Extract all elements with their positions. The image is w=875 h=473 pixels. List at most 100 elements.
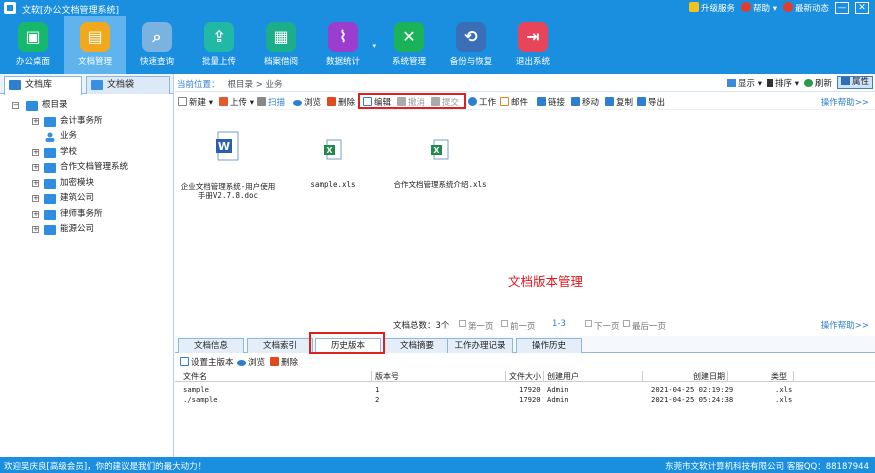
table-row[interactable]: ./sample 2 17920 Admin 2021-04-25 05:24:…: [175, 394, 875, 404]
left-tabs: 文档库 文档袋: [0, 74, 173, 95]
tree-item[interactable]: + 会计事务所: [0, 114, 173, 130]
upload-button[interactable]: 上传 ▾: [219, 96, 254, 108]
table-row[interactable]: sample 1 17920 Admin 2021-04-25 02:19:29…: [175, 384, 875, 394]
tree-item[interactable]: + 学校: [0, 145, 173, 161]
next-page-button[interactable]: 下一页: [585, 319, 620, 332]
version-delete-button[interactable]: 删除: [270, 356, 298, 368]
expand-icon[interactable]: +: [32, 164, 39, 171]
tree-item[interactable]: + 律师事务所: [0, 207, 173, 223]
operation-help-link[interactable]: 操作帮助>>: [821, 96, 869, 108]
expand-icon[interactable]: +: [32, 117, 39, 125]
refresh-button[interactable]: 刷新: [803, 77, 832, 89]
mail-icon: [500, 97, 509, 106]
sort-menu[interactable]: 排序 ▾: [766, 77, 799, 89]
word-file-icon: W: [215, 131, 241, 163]
exit-icon: ⇥: [518, 22, 548, 52]
browse-button[interactable]: 浏览: [293, 96, 321, 108]
tab-document-info[interactable]: 文档信息: [178, 338, 244, 353]
quick-search-icon: ⌕: [142, 22, 172, 52]
ribbon-archive-borrow[interactable]: ▦ 档案借阅: [250, 16, 312, 74]
file-item-excel[interactable]: X 合作文档管理系统介绍.xls: [385, 139, 495, 189]
tab-document-bag[interactable]: 文档袋: [86, 76, 170, 94]
tab-work-record[interactable]: 工作办理记录: [447, 338, 513, 353]
collapse-icon[interactable]: −: [12, 102, 19, 109]
minimize-button[interactable]: —: [835, 2, 849, 14]
ribbon-backup-restore[interactable]: ⟲ 备份与恢复: [440, 16, 502, 74]
expand-icon[interactable]: +: [32, 226, 39, 233]
ribbon-statistics[interactable]: ⌇ 数据统计 ▾: [312, 16, 376, 74]
work-button[interactable]: 工作: [468, 96, 496, 108]
expand-icon[interactable]: +: [32, 210, 39, 218]
ribbon-batch-upload[interactable]: ⇪ 批量上传: [188, 16, 250, 74]
col-version[interactable]: 版本号: [375, 371, 399, 382]
upload-icon: [219, 97, 228, 106]
statistics-dropdown-icon[interactable]: ▾: [372, 42, 376, 50]
ribbon-desktop[interactable]: ▣ 办公桌面: [2, 16, 64, 74]
display-menu[interactable]: 显示 ▾: [727, 77, 762, 89]
ribbon-exit[interactable]: ⇥ 退出系统: [502, 16, 564, 74]
tab-document-index[interactable]: 文档索引: [247, 338, 313, 353]
export-button[interactable]: 导出: [637, 96, 665, 108]
welcome-message: 欢迎吴庆良[高级会员]，你的建议是我们的最大动力！: [4, 462, 207, 472]
person-icon: [468, 97, 477, 106]
file-area: W 企业文档管理系统-用户使用 手册V2.7.8.doc X sample.xl…: [175, 111, 875, 319]
tab-document-summary[interactable]: 文档摘要: [384, 338, 450, 353]
page-range: 1-3: [552, 319, 566, 329]
tab-operation-history[interactable]: 操作历史: [516, 338, 582, 353]
excel-file-icon: X: [323, 139, 343, 161]
col-user[interactable]: 创建用户: [547, 371, 579, 382]
tree-item[interactable]: + 建筑公司: [0, 191, 173, 207]
tree-item[interactable]: + 合作文档管理系统: [0, 160, 173, 176]
ribbon-document-manage[interactable]: ▤ 文档管理: [64, 16, 126, 74]
pager-help-link[interactable]: 操作帮助>>: [821, 319, 869, 331]
properties-button[interactable]: 属性: [836, 76, 873, 89]
col-filename[interactable]: 文件名: [183, 371, 207, 382]
breadcrumb-path[interactable]: 根目录 > 业务: [228, 80, 283, 90]
export-icon: [637, 97, 646, 106]
new-button[interactable]: 新建 ▾: [178, 96, 213, 108]
help-menu[interactable]: 帮助 ▾: [741, 2, 777, 14]
copy-button[interactable]: 复制: [605, 96, 633, 108]
ribbon-system-manage[interactable]: ✕ 系统管理: [378, 16, 440, 74]
bag-icon: [91, 80, 103, 90]
svg-text:W: W: [218, 140, 230, 153]
history-tab-highlight-box: [309, 332, 385, 354]
tree-item[interactable]: + 能源公司: [0, 222, 173, 238]
main-ribbon: ▣ 办公桌面 ▤ 文档管理 ⌕ 快速查询 ⇪ 批量上传 ▦ 档案借阅 ⌇ 数据统…: [0, 16, 875, 74]
col-size[interactable]: 文件大小: [509, 371, 541, 382]
last-page-icon: [623, 320, 630, 327]
delete-button[interactable]: 删除: [327, 96, 355, 108]
sort-icon: [766, 78, 773, 87]
folder-icon: [26, 101, 38, 111]
expand-icon[interactable]: +: [32, 195, 39, 202]
prev-page-button[interactable]: 前一页: [501, 319, 536, 332]
set-main-version-button[interactable]: 设置主版本: [180, 356, 234, 368]
tab-document-library[interactable]: 文档库: [4, 76, 82, 95]
close-button[interactable]: ✕: [855, 2, 869, 14]
last-page-button[interactable]: 最后一页: [623, 319, 666, 332]
file-item-word[interactable]: W 企业文档管理系统-用户使用 手册V2.7.8.doc: [178, 131, 278, 200]
mail-button[interactable]: 邮件: [500, 96, 528, 108]
version-browse-button[interactable]: 浏览: [237, 356, 265, 368]
news-link[interactable]: 最新动态: [782, 2, 829, 14]
upgrade-service-link[interactable]: 升级服务: [688, 2, 735, 14]
link-button[interactable]: 链接: [537, 96, 565, 108]
ribbon-quick-search[interactable]: ⌕ 快速查询: [126, 16, 188, 74]
expand-icon[interactable]: +: [32, 148, 39, 156]
file-item-excel[interactable]: X sample.xls: [303, 139, 363, 189]
user-folder-icon: [44, 132, 56, 142]
desktop-icon: ▣: [18, 22, 48, 52]
move-button[interactable]: 移动: [571, 96, 599, 108]
folder-icon: [44, 225, 56, 235]
expand-icon[interactable]: +: [32, 179, 39, 187]
folder-icon: [44, 116, 56, 127]
help-icon: [741, 2, 751, 12]
tree-item[interactable]: 业务: [0, 129, 173, 145]
scan-button[interactable]: 扫描: [257, 96, 285, 108]
col-type[interactable]: 类型: [771, 371, 787, 382]
tree-item[interactable]: + 加密模块: [0, 176, 173, 192]
col-date[interactable]: 创建日期: [693, 371, 725, 382]
tree-root[interactable]: − 根目录: [0, 98, 173, 114]
version-table: 文件名 版本号 文件大小 创建用户 创建日期 类型 sample 1 17920…: [175, 370, 875, 457]
first-page-button[interactable]: 第一页: [459, 319, 494, 332]
